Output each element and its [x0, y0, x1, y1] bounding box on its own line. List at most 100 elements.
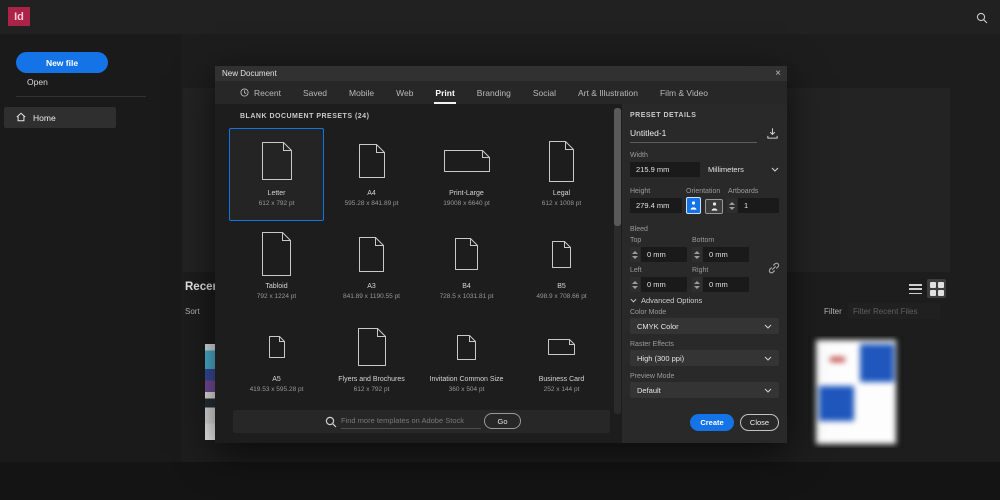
preset-tabloid[interactable]: Tabloid 792 x 1224 pt	[229, 221, 324, 314]
preset-letter[interactable]: Letter 612 x 792 pt	[229, 128, 324, 221]
document-page-icon	[262, 228, 291, 280]
preset-name: Flyers and Brochures	[338, 376, 405, 383]
bleed-right-stepper[interactable]	[692, 277, 702, 292]
tab-recent[interactable]: Recent	[229, 81, 292, 104]
document-page-icon	[548, 321, 575, 373]
tab-label: Film & Video	[659, 87, 709, 98]
tab-print[interactable]: Print	[424, 81, 465, 104]
orientation-portrait-icon[interactable]	[686, 197, 701, 214]
preview-mode-label: Preview Mode	[630, 373, 675, 380]
preset-name: B4	[462, 283, 471, 290]
orientation-landscape-icon[interactable]	[705, 199, 723, 214]
preset-name: Business Card	[538, 376, 585, 383]
bleed-top-stepper[interactable]	[630, 247, 640, 262]
preset-b4[interactable]: B4 728.5 x 1031.81 pt	[419, 221, 514, 314]
preset-print-large[interactable]: Print-Large 19008 x 6640 pt	[419, 128, 514, 221]
artboards-input[interactable]: 1	[738, 198, 779, 213]
close-button[interactable]: Close	[740, 414, 779, 431]
chevron-down-icon	[630, 296, 637, 305]
document-name-field[interactable]: Untitled-1	[630, 128, 757, 143]
sidebar-home-label: Home	[33, 112, 56, 123]
preset-a3[interactable]: A3 841.89 x 1190.55 pt	[324, 221, 419, 314]
create-button[interactable]: Create	[690, 414, 734, 431]
bleed-top-input[interactable]: 0 mm	[641, 247, 687, 262]
preview-mode-dropdown[interactable]: Default	[630, 382, 779, 398]
document-page-icon	[358, 135, 385, 187]
raster-effects-dropdown[interactable]: High (300 ppi)	[630, 350, 779, 366]
bleed-left-stepper[interactable]	[630, 277, 640, 292]
preset-a5[interactable]: A5 419.53 x 595.28 pt	[229, 314, 324, 407]
color-mode-dropdown[interactable]: CMYK Color	[630, 318, 779, 334]
sidebar-item-home[interactable]: Home	[4, 107, 116, 128]
tab-social[interactable]: Social	[522, 81, 567, 104]
clock-icon	[240, 88, 249, 97]
advanced-options-toggle[interactable]: Advanced Options	[630, 296, 702, 305]
tab-label: Social	[532, 87, 556, 98]
bleed-link-icon[interactable]	[768, 262, 780, 276]
preset-details-heading: PRESET DETAILS	[630, 112, 697, 119]
document-page-icon	[357, 321, 386, 373]
preset-size: 841.89 x 1190.55 pt	[343, 293, 400, 300]
preset-flyers-and-brochures[interactable]: Flyers and Brochures 612 x 792 pt	[324, 314, 419, 407]
app-topbar	[0, 0, 1000, 34]
home-icon	[16, 112, 26, 124]
bleed-bottom-input[interactable]: 0 mm	[703, 247, 749, 262]
preset-size: 252 x 144 pt	[543, 386, 580, 393]
presets-scrollbar[interactable]	[614, 108, 621, 414]
preset-invitation-common-size[interactable]: Invitation Common Size 360 x 504 pt	[419, 314, 514, 407]
preset-b5[interactable]: B5 498.9 x 708.66 pt	[514, 221, 609, 314]
tab-mobile[interactable]: Mobile	[338, 81, 385, 104]
grid-view-icon[interactable]	[927, 279, 946, 298]
chevron-down-icon	[764, 354, 772, 363]
sort-control[interactable]: Sort	[185, 307, 200, 316]
bleed-left-label: Left	[630, 267, 642, 274]
preset-legal[interactable]: Legal 612 x 1008 pt	[514, 128, 609, 221]
preset-name: Letter	[267, 190, 286, 197]
artboards-label: Artboards	[728, 188, 759, 195]
new-document-dialog: New Document × Recent Saved Mobile Web Print…	[215, 66, 787, 443]
tab-art-illustration[interactable]: Art & Illustration	[567, 81, 649, 104]
bleed-label: Bleed	[630, 226, 648, 233]
preset-size: 595.28 x 841.89 pt	[344, 200, 399, 207]
bleed-left-input[interactable]: 0 mm	[641, 277, 687, 292]
save-preset-icon[interactable]	[766, 127, 779, 142]
go-button[interactable]: Go	[484, 413, 521, 429]
preset-a4[interactable]: A4 595.28 x 841.89 pt	[324, 128, 419, 221]
preset-name: A5	[272, 376, 281, 383]
sidebar-divider	[16, 96, 146, 97]
preset-business-card[interactable]: Business Card 252 x 144 pt	[514, 314, 609, 407]
list-view-icon[interactable]	[909, 284, 922, 294]
preset-size: 612 x 792 pt	[353, 386, 390, 393]
document-page-icon	[549, 135, 574, 187]
stock-search-input[interactable]	[341, 413, 481, 429]
tab-web[interactable]: Web	[385, 81, 424, 104]
scrollbar-thumb[interactable]	[614, 108, 621, 226]
bleed-bottom-stepper[interactable]	[692, 247, 702, 262]
preset-size: 360 x 504 pt	[448, 386, 485, 393]
height-input[interactable]: 279.4 mm	[630, 198, 682, 213]
tab-film-video[interactable]: Film & Video	[649, 81, 719, 104]
document-page-icon	[261, 135, 292, 187]
preset-size: 728.5 x 1031.81 pt	[439, 293, 494, 300]
preset-size: 498.9 x 708.66 pt	[536, 293, 587, 300]
artboards-stepper[interactable]	[727, 198, 737, 213]
document-page-icon	[443, 135, 490, 187]
dialog-close-icon[interactable]: ×	[775, 67, 781, 80]
filter-input[interactable]	[848, 303, 940, 319]
tab-label: Saved	[302, 87, 328, 98]
preset-name: A3	[367, 283, 376, 290]
recent-file-thumbnail[interactable]	[808, 336, 904, 448]
search-icon	[325, 415, 337, 428]
app-search-icon[interactable]	[976, 11, 988, 24]
tab-label: Recent	[254, 87, 281, 98]
open-button[interactable]: Open	[27, 77, 48, 87]
bleed-right-input[interactable]: 0 mm	[703, 277, 749, 292]
tab-saved[interactable]: Saved	[292, 81, 338, 104]
document-page-icon	[457, 321, 476, 373]
bleed-top-label: Top	[630, 237, 642, 244]
units-dropdown[interactable]: Millimeters	[708, 162, 779, 177]
new-file-button[interactable]: New file	[16, 52, 108, 73]
preset-name: Legal	[552, 190, 571, 197]
tab-branding[interactable]: Branding	[466, 81, 522, 104]
width-input[interactable]: 215.9 mm	[630, 162, 700, 177]
